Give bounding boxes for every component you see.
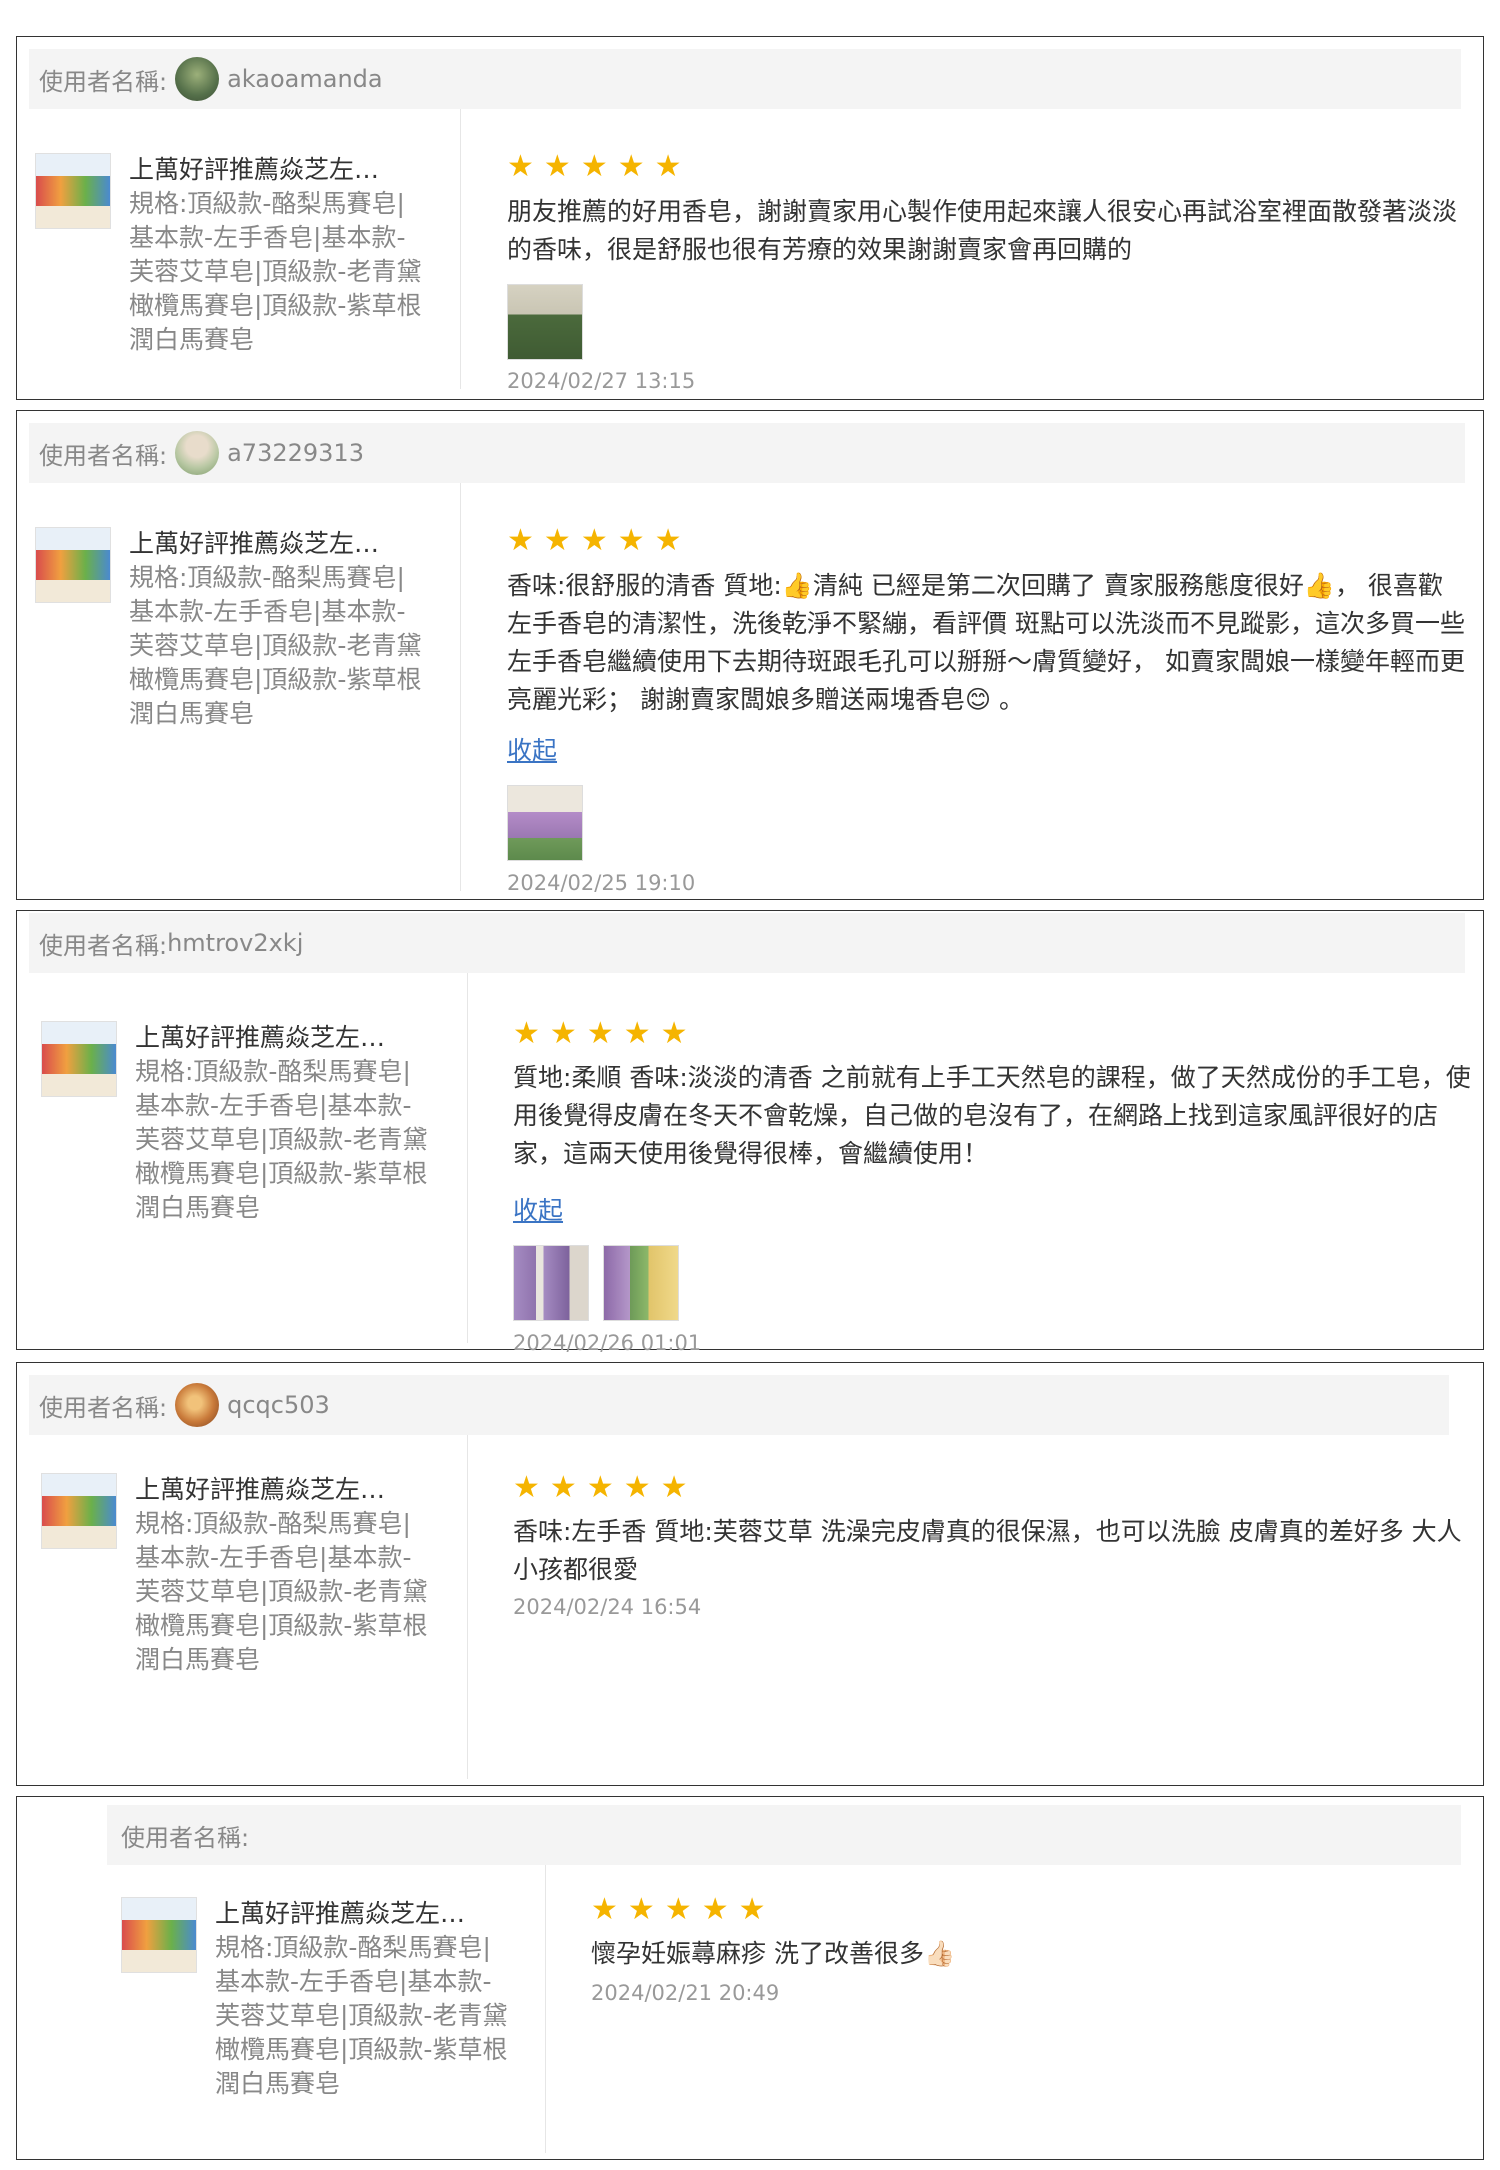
star-icon: ★ [623,1470,651,1505]
star-icon: ★ [549,1016,577,1051]
product-thumbnail[interactable] [41,1473,117,1549]
review-date: 2024/02/26 01:01 [513,1331,702,1355]
review-card: 使用者名稱: a73229313 上萬好評推薦焱芝左… 規格:頂級款-酪梨馬賽皂… [16,410,1484,900]
avatar[interactable] [175,57,220,101]
username[interactable]: hmtrov2xkj [167,929,303,957]
star-icon: ★ [617,149,645,184]
review-text: 質地:柔順 香味:淡淡的清香 之前就有上手工天然皂的課程，做了天然成份的手工皂，… [513,1063,1471,1168]
avatar[interactable] [175,431,220,475]
review-text: 朋友推薦的好用香皂，謝謝賣家用心製作使用起來讓人很安心再試浴室裡面散發著淡淡的香… [507,197,1458,264]
username-label: 使用者名稱: [39,1393,168,1422]
product-name[interactable]: 上萬好評推薦焱芝左… [135,1021,385,1055]
product-variation: 規格:頂級款-酪梨馬賽皂|基本款-左手香皂|基本款-芙蓉艾草皂|頂級款-老青黛橄… [129,563,422,728]
username-label: 使用者名稱: [121,1823,250,1852]
review-header: 使用者名稱: [107,1805,1461,1865]
review-card: 使用者名稱: qcqc503 上萬好評推薦焱芝左… 規格:頂級款-酪梨馬賽皂|基… [16,1362,1484,1786]
star-icon: ★ [660,1470,688,1505]
product-thumbnail[interactable] [35,527,111,603]
star-icon: ★ [654,149,682,184]
username[interactable]: a73229313 [227,439,364,467]
star-icon: ★ [627,1892,655,1927]
star-icon: ★ [617,523,645,558]
review-photo[interactable] [507,785,583,861]
product-name[interactable]: 上萬好評推薦焱芝左… [129,527,379,561]
rating-stars: ★ ★ ★ ★ ★ [507,526,682,556]
review-card: 使用者名稱: 上萬好評推薦焱芝左… 規格:頂級款-酪梨馬賽皂|基本款-左手香皂|… [16,1796,1484,2160]
star-icon: ★ [623,1016,651,1051]
username-label: 使用者名稱: [39,931,168,960]
star-icon: ★ [580,523,608,558]
rating-stars: ★ ★ ★ ★ ★ [591,1895,766,1925]
rating-stars: ★ ★ ★ ★ ★ [507,152,682,182]
star-icon: ★ [513,1470,540,1505]
star-icon: ★ [580,149,608,184]
product-name[interactable]: 上萬好評推薦焱芝左… [135,1473,385,1507]
product-variation: 規格:頂級款-酪梨馬賽皂|基本款-左手香皂|基本款-芙蓉艾草皂|頂級款-老青黛橄… [135,1057,428,1222]
star-icon: ★ [591,1892,618,1927]
star-icon: ★ [701,1892,729,1927]
star-icon: ★ [543,523,571,558]
username[interactable]: qcqc503 [227,1391,330,1419]
username-label: 使用者名稱: [39,67,168,96]
review-header: 使用者名稱: akaoamanda [29,49,1461,109]
review-card: 使用者名稱: hmtrov2xkj 上萬好評推薦焱芝左… 規格:頂級款-酪梨馬賽… [16,910,1484,1355]
product-variation: 規格:頂級款-酪梨馬賽皂|基本款-左手香皂|基本款-芙蓉艾草皂|頂級款-老青黛橄… [215,1933,508,2098]
product-thumbnail[interactable] [35,153,111,229]
username-label: 使用者名稱: [39,441,168,470]
star-icon: ★ [738,1892,766,1927]
column-divider [460,483,461,891]
product-thumbnail[interactable] [41,1021,117,1097]
review-photo[interactable] [513,1245,589,1321]
review-text: 香味:左手香 質地:芙蓉艾草 洗澡完皮膚真的很保濕，也可以洗臉 皮膚真的差好多 … [513,1517,1462,1584]
rating-stars: ★ ★ ★ ★ ★ [513,1019,688,1049]
star-icon: ★ [664,1892,692,1927]
star-icon: ★ [507,523,534,558]
column-divider [467,1435,468,1779]
review-card: 使用者名稱: akaoamanda 上萬好評推薦焱芝左… 規格:頂級款-酪梨馬賽… [16,36,1484,400]
column-divider [467,973,468,1343]
collapse-link[interactable]: 收起 [513,1191,563,1227]
star-icon: ★ [586,1470,614,1505]
review-date: 2024/02/27 13:15 [507,369,696,393]
product-name[interactable]: 上萬好評推薦焱芝左… [215,1897,465,1931]
review-photo[interactable] [603,1245,679,1321]
review-text: 香味:很舒服的清香 質地:👍清純 已經是第二次回購了 賣家服務態度很好👍， 很喜… [507,571,1465,714]
star-icon: ★ [654,523,682,558]
avatar[interactable] [175,1383,220,1427]
product-thumbnail[interactable] [121,1897,197,1973]
review-date: 2024/02/21 20:49 [591,1981,780,2005]
review-date: 2024/02/24 16:54 [513,1595,702,1619]
star-icon: ★ [513,1016,540,1051]
column-divider [460,109,461,389]
review-header: 使用者名稱: hmtrov2xkj [29,913,1465,973]
review-header: 使用者名稱: qcqc503 [29,1375,1449,1435]
review-photo[interactable] [507,284,583,360]
rating-stars: ★ ★ ★ ★ ★ [513,1473,688,1503]
review-header: 使用者名稱: a73229313 [29,423,1465,483]
username[interactable]: akaoamanda [227,65,383,93]
review-date: 2024/02/25 19:10 [507,871,696,895]
column-divider [545,1865,546,2153]
star-icon: ★ [660,1016,688,1051]
product-name[interactable]: 上萬好評推薦焱芝左… [129,153,379,187]
collapse-link[interactable]: 收起 [507,731,557,767]
star-icon: ★ [543,149,571,184]
product-variation: 規格:頂級款-酪梨馬賽皂|基本款-左手香皂|基本款-芙蓉艾草皂|頂級款-老青黛橄… [135,1509,428,1674]
review-text: 懷孕妊娠蕁麻疹 洗了改善很多👍🏻 [591,1939,956,1968]
star-icon: ★ [549,1470,577,1505]
product-variation: 規格:頂級款-酪梨馬賽皂|基本款-左手香皂|基本款-芙蓉艾草皂|頂級款-老青黛橄… [129,189,422,354]
star-icon: ★ [586,1016,614,1051]
star-icon: ★ [507,149,534,184]
